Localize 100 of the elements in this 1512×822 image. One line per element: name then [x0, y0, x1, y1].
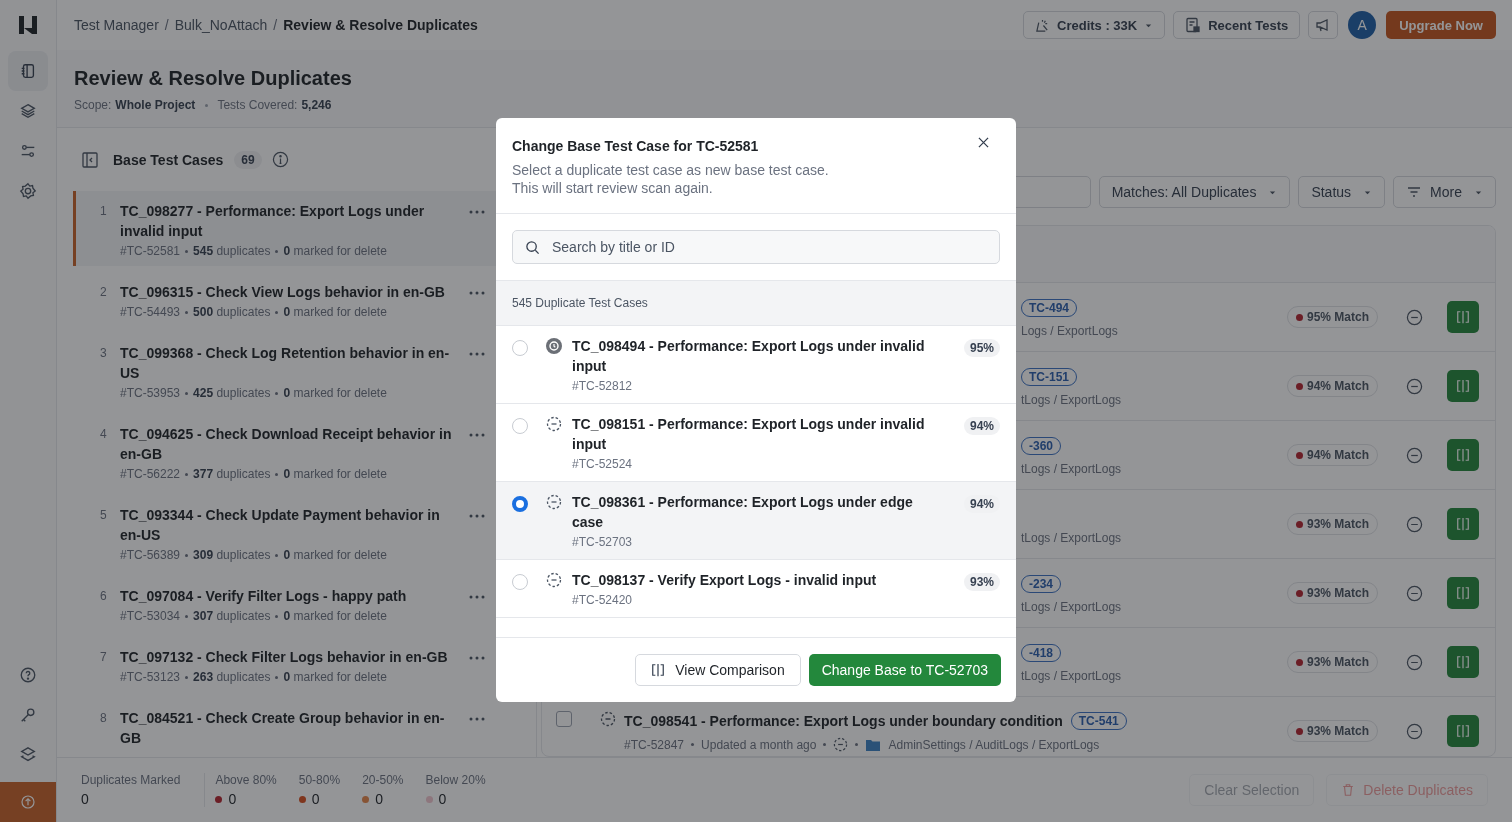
duplicates-count: 545 duplicates	[193, 244, 271, 258]
upgrade-button[interactable]: Upgrade Now	[1386, 11, 1496, 39]
user-avatar[interactable]: A	[1348, 11, 1377, 39]
item-number: 1	[100, 203, 108, 218]
compare-button[interactable]	[1447, 439, 1479, 471]
breadcrumb-link[interactable]: Bulk_NoAttach	[174, 17, 268, 33]
remove-icon[interactable]	[1406, 584, 1423, 602]
dashed-circle-icon	[546, 494, 562, 510]
compare-button[interactable]	[1447, 370, 1479, 402]
more-icon[interactable]	[469, 291, 485, 295]
layers-icon	[19, 102, 37, 120]
more-icon[interactable]	[469, 210, 485, 214]
base-case-item[interactable]: 6 TC_097084 - Verify Filter Logs - happy path #TC-53034 307 duplicates 0 marked for delete	[73, 576, 497, 631]
folder-path: tLogs / ExportLogs	[1021, 668, 1122, 683]
stat-value: 0	[228, 791, 237, 807]
filter-dropdown[interactable]: More	[1393, 176, 1496, 208]
case-id: #TC-56222	[120, 467, 181, 481]
test-case-option[interactable]: TC_098494 - Performance: Export Logs under invalid input #TC-52812 95%	[496, 326, 1016, 404]
compare-button[interactable]	[1447, 715, 1479, 747]
radio-button[interactable]	[512, 574, 528, 590]
marked-count: 0 marked for delete	[283, 305, 387, 319]
option-title: TC_098137 - Verify Export Logs - invalid input	[572, 571, 878, 590]
dashed-circle-icon	[833, 737, 849, 752]
marked-count: 0 marked for delete	[283, 609, 387, 623]
view-comparison-button[interactable]: View Comparison	[635, 654, 801, 686]
radio-button[interactable]	[512, 418, 528, 434]
notebook-button[interactable]	[8, 51, 48, 91]
document-icon	[1185, 17, 1202, 33]
option-id: #TC-52812	[572, 379, 634, 393]
base-case-item[interactable]: 8 TC_084521 - Check Create Group behavior in en-GB	[73, 698, 497, 756]
option-id: #TC-52420	[572, 593, 634, 607]
compare-button[interactable]	[1447, 508, 1479, 540]
case-title: TC_084521 - Check Create Group behavior in en-GB	[120, 709, 446, 748]
compare-button[interactable]	[1447, 646, 1479, 678]
compare-button[interactable]	[1447, 577, 1479, 609]
breadcrumb-link[interactable]: Test Manager	[74, 17, 159, 33]
stat-value: 0	[375, 791, 383, 807]
close-icon[interactable]	[978, 137, 989, 148]
folder-path: tLogs / ExportLogs	[1021, 599, 1122, 614]
option-id: #TC-52524	[572, 457, 634, 471]
row-checkbox[interactable]	[556, 711, 572, 727]
radio-button[interactable]	[512, 496, 528, 512]
more-icon[interactable]	[469, 514, 485, 518]
radio-button[interactable]	[512, 340, 528, 356]
duplicates-count: 500 duplicates	[193, 305, 271, 319]
stat-label: 50-80%	[298, 773, 341, 787]
remove-icon[interactable]	[1406, 722, 1423, 740]
upload-button[interactable]	[0, 782, 56, 822]
info-icon[interactable]	[271, 151, 289, 168]
clock-icon	[546, 338, 562, 354]
base-case-item[interactable]: 4 TC_094625 - Check Download Receipt behavior in en-GB #TC-56222 377 duplicates 0 marked for delete	[73, 414, 497, 489]
remove-icon[interactable]	[1406, 515, 1423, 533]
test-case-option[interactable]: TC_098137 - Verify Export Logs - invalid input #TC-52420 93%	[496, 560, 1016, 618]
search-input[interactable]: Search by title or ID	[550, 238, 987, 256]
base-case-item[interactable]: 1 TC_098277 - Performance: Export Logs under invalid input #TC-52581 545 duplicates 0 marked for delete	[73, 191, 497, 266]
logo-icon	[18, 15, 38, 35]
case-id: #TC-52581	[120, 244, 181, 258]
stack-icon	[19, 746, 37, 764]
stat-label: Below 20%	[425, 773, 486, 787]
option-title: TC_098361 - Performance: Export Logs under edge case	[572, 493, 914, 532]
panel-title: Base Test Cases	[113, 151, 224, 168]
remove-icon[interactable]	[1406, 653, 1423, 671]
more-icon[interactable]	[469, 352, 485, 356]
breadcrumb-separator: /	[273, 17, 278, 33]
case-id: #TC-53123	[120, 670, 181, 684]
collapse-panel-icon[interactable]	[81, 150, 99, 169]
filter-dropdown[interactable]: Matches: All Duplicates	[1098, 176, 1291, 208]
compare-button[interactable]	[1447, 301, 1479, 333]
tests-covered-label: Tests Covered:	[217, 98, 298, 112]
change-base-button[interactable]: Change Base to TC-52703	[808, 654, 1001, 686]
remove-icon[interactable]	[1406, 308, 1423, 326]
base-case-item[interactable]: 5 TC_093344 - Check Update Payment behavior in en-US #TC-56389 309 duplicates 0 marked for delete	[73, 495, 497, 570]
duplicate-id: #TC-52847	[624, 737, 685, 752]
test-case-option[interactable]: TC_098361 - Performance: Export Logs under edge case #TC-52703 94%	[496, 482, 1016, 560]
breadcrumb-link[interactable]: Review & Resolve Duplicates	[283, 17, 478, 33]
base-case-item[interactable]: 3 TC_099368 - Check Log Retention behavior in en-US #TC-53953 425 duplicates 0 marked for delete	[73, 333, 497, 408]
case-title: TC_096315 - Check View Logs behavior in en-GB	[120, 283, 446, 302]
filter-dropdown[interactable]: Status	[1298, 176, 1386, 208]
remove-icon[interactable]	[1406, 446, 1423, 464]
compare-icon	[1456, 517, 1470, 531]
folder-path: tLogs / ExportLogs	[1021, 461, 1122, 476]
case-title: TC_093344 - Check Update Payment behavior in en-US	[120, 506, 441, 545]
more-icon[interactable]	[469, 656, 485, 660]
more-icon[interactable]	[469, 595, 485, 599]
case-id: #TC-53034	[120, 609, 181, 623]
base-case-item[interactable]: 7 TC_097132 - Check Filter Logs behavior in en-GB #TC-53123 263 duplicates 0 marked for delete	[73, 637, 497, 692]
recent-tests-button[interactable]: Recent Tests	[1173, 11, 1301, 39]
dashed-circle-icon	[546, 416, 562, 432]
scope-label: Scope:	[74, 98, 112, 112]
match-badge: 94%	[963, 417, 1000, 435]
more-icon[interactable]	[469, 433, 485, 437]
announcement-button[interactable]	[1308, 11, 1339, 39]
credits-button[interactable]: Credits : 33K	[1023, 11, 1166, 39]
stat-label: Duplicates Marked	[81, 773, 181, 787]
search-field[interactable]: Search by title or ID	[512, 230, 1000, 264]
more-icon[interactable]	[469, 717, 485, 721]
remove-icon[interactable]	[1406, 377, 1423, 395]
base-case-item[interactable]: 2 TC_096315 - Check View Logs behavior in en-GB #TC-54493 500 duplicates 0 marked for delete	[73, 272, 497, 327]
case-id: #TC-53953	[120, 386, 181, 400]
item-number: 8	[100, 710, 108, 725]
